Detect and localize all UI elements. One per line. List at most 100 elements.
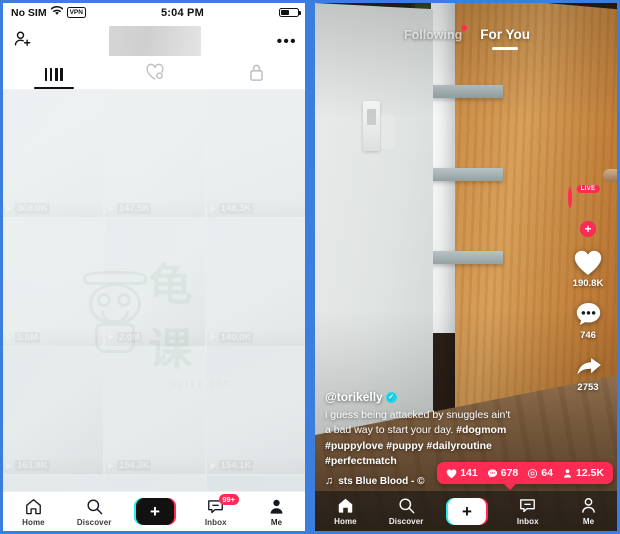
video-thumbnail[interactable]: 2.0M bbox=[104, 218, 206, 346]
video-thumbnail[interactable]: 154.1K bbox=[206, 347, 307, 474]
comment-button[interactable]: 746 bbox=[574, 300, 603, 341]
status-bar-time: 5:04 PM bbox=[160, 6, 204, 19]
video-thumbnail[interactable]: 308.0K bbox=[3, 90, 104, 217]
add-person-icon[interactable] bbox=[13, 29, 33, 54]
wifi-icon bbox=[50, 6, 64, 19]
tabbar-label: Inbox bbox=[516, 517, 539, 526]
search-icon bbox=[397, 496, 416, 515]
like-button[interactable]: 190.8K bbox=[572, 248, 604, 289]
grid-row: 163.8K 154.3K 154.1K bbox=[3, 347, 307, 474]
status-bar: No SIM VPN 5:04 PM bbox=[3, 3, 307, 22]
plus-icon[interactable]: + bbox=[445, 497, 488, 525]
view-count: 148.3K bbox=[218, 203, 254, 214]
action-rail: LIVE + 190.8K 746 2753 bbox=[564, 185, 612, 393]
tabbar-label: Inbox bbox=[204, 517, 227, 527]
view-count: 147.5K bbox=[116, 203, 152, 214]
tabbar-label: Me bbox=[582, 517, 595, 526]
tabbar-item-home[interactable]: Home bbox=[315, 491, 376, 531]
tabbar-item-me[interactable]: Me bbox=[246, 492, 307, 531]
video-thumbnail[interactable]: 148.3K bbox=[206, 90, 307, 217]
view-count: 308.0K bbox=[15, 203, 50, 214]
caption-line-4[interactable]: #perfectmatch bbox=[325, 455, 397, 467]
view-count: 154.1K bbox=[218, 460, 254, 471]
tabbar-item-discover[interactable]: Discover bbox=[64, 492, 125, 531]
inbox-icon bbox=[518, 496, 537, 515]
tab-active-underline bbox=[33, 86, 74, 89]
comment-icon bbox=[487, 468, 498, 479]
stats-bubble: 141 678 64 12.5K bbox=[437, 462, 613, 490]
video-grid: 308.0K 147.5K 148.3K 5.0M 2.0M 140.0K 16… bbox=[3, 90, 307, 531]
heart-icon bbox=[573, 248, 603, 276]
like-count: 190.8K bbox=[572, 278, 604, 289]
play-triangle-icon bbox=[209, 333, 216, 341]
plus-icon[interactable]: + bbox=[133, 498, 176, 525]
feed-tabs: Following For You bbox=[315, 24, 619, 42]
share-button[interactable]: 2753 bbox=[574, 352, 603, 393]
share-arrow-icon bbox=[574, 352, 603, 380]
author-avatar-block[interactable]: LIVE + bbox=[568, 185, 608, 237]
video-thumbnail[interactable]: 163.8K bbox=[3, 347, 104, 474]
video-thumbnail[interactable]: 154.3K bbox=[104, 347, 206, 474]
tabbar-label: Home bbox=[334, 517, 357, 526]
play-triangle-icon bbox=[107, 461, 114, 470]
video-thumbnail[interactable]: 147.5K bbox=[104, 90, 206, 217]
follow-plus-icon[interactable]: + bbox=[580, 221, 596, 237]
music-title: sts Blue Blood - © bbox=[338, 475, 425, 487]
right-phone-feed-screen: Following For You LIVE + 190.8K 746 2753… bbox=[310, 0, 620, 534]
play-triangle-icon bbox=[209, 461, 216, 470]
music-note-icon: ♫ bbox=[325, 475, 334, 487]
view-count: 154.3K bbox=[116, 460, 152, 471]
tabbar-item-inbox[interactable]: Inbox bbox=[497, 491, 558, 531]
video-thumbnail[interactable]: 5.0M bbox=[3, 218, 104, 346]
carrier-label: No SIM bbox=[11, 6, 47, 19]
play-triangle-icon bbox=[209, 204, 216, 213]
heart-icon bbox=[446, 468, 457, 479]
author-username[interactable]: @torikelly ✓ bbox=[325, 390, 540, 404]
play-triangle-icon bbox=[107, 204, 114, 213]
right-bottom-tabbar: Home Discover + Inbox Me bbox=[315, 491, 619, 531]
tabbar-item-inbox[interactable]: 99+ Inbox bbox=[185, 492, 246, 531]
notification-dot bbox=[461, 24, 468, 31]
person-icon bbox=[267, 497, 286, 516]
tabbar-item-home[interactable]: Home bbox=[3, 492, 64, 531]
tabbar-label: Discover bbox=[76, 517, 112, 527]
play-triangle-icon bbox=[6, 333, 12, 341]
battery-icon bbox=[279, 7, 301, 18]
home-icon bbox=[24, 497, 43, 516]
caption-line-1: i guess being attacked by snuggles ain't bbox=[325, 409, 511, 422]
share-count: 2753 bbox=[577, 382, 599, 393]
tabbar-item-me[interactable]: Me bbox=[558, 491, 619, 531]
person-icon bbox=[579, 496, 598, 515]
tab-liked[interactable] bbox=[104, 60, 205, 89]
tab-for-you[interactable]: For You bbox=[480, 27, 530, 42]
tabbar-label: Home bbox=[22, 517, 45, 527]
home-icon bbox=[336, 496, 355, 515]
view-count: 163.8K bbox=[15, 460, 50, 471]
tabbar-item-discover[interactable]: Discover bbox=[376, 491, 437, 531]
view-count: 5.0M bbox=[15, 331, 41, 343]
comment-icon bbox=[574, 300, 603, 328]
tabbar-label: Discover bbox=[388, 517, 424, 526]
tabbar-label: Me bbox=[270, 517, 283, 527]
tabbar-item-create[interactable]: + bbox=[437, 491, 498, 531]
grid-row: 5.0M 2.0M 140.0K bbox=[3, 218, 307, 346]
username-redacted bbox=[108, 26, 201, 56]
more-horizontal-icon[interactable]: ••• bbox=[277, 34, 297, 49]
caption-hashtag-dogmom[interactable]: #dogmom bbox=[456, 424, 506, 436]
caption-line-3[interactable]: #puppylove #puppy #dailyroutine bbox=[325, 440, 492, 452]
play-triangle-icon bbox=[6, 461, 12, 470]
video-thumbnail[interactable]: 140.0K bbox=[206, 218, 307, 346]
avatar-icon bbox=[568, 187, 572, 208]
tab-following[interactable]: Following bbox=[404, 24, 468, 42]
tab-private[interactable] bbox=[206, 60, 307, 89]
tab-posts[interactable] bbox=[3, 60, 104, 89]
play-triangle-icon bbox=[6, 204, 12, 213]
grid-row: 308.0K 147.5K 148.3K bbox=[3, 90, 307, 217]
tabbar-item-create[interactable]: + bbox=[125, 492, 186, 531]
vpn-badge: VPN bbox=[66, 7, 86, 18]
lock-icon bbox=[248, 63, 265, 87]
stat-likes: 141 bbox=[446, 467, 478, 479]
caption-line-2: a bad way to start your day. bbox=[325, 424, 457, 437]
profile-header: ••• bbox=[3, 22, 307, 60]
stat-mentions: 64 bbox=[527, 467, 553, 479]
